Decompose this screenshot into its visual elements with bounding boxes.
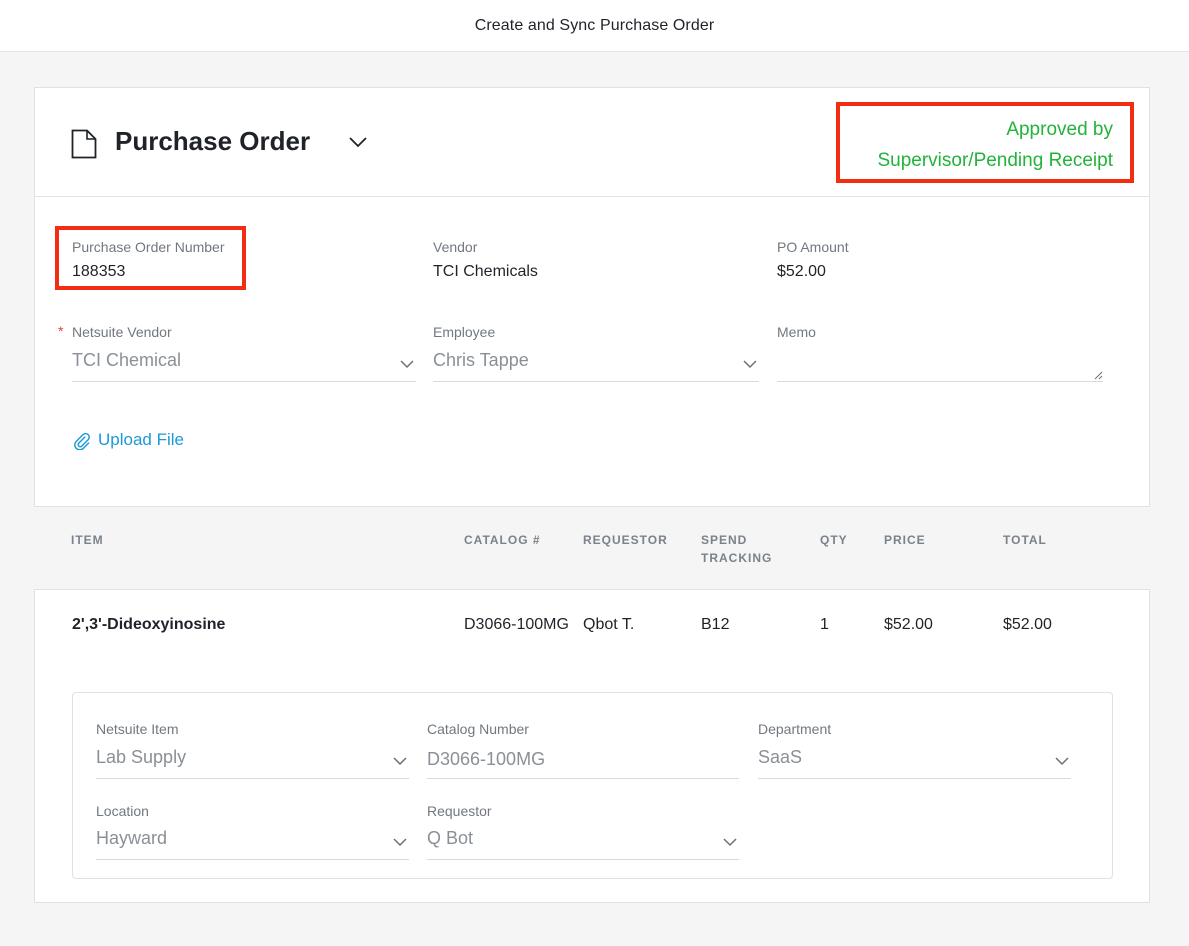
column-header-requestor: REQUESTOR	[583, 533, 668, 547]
netsuite-item-select[interactable]: Lab Supply	[96, 739, 409, 779]
table-row: 2',3'-Dideoxyinosine D3066-100MG Qbot T.…	[34, 589, 1150, 903]
row-catalog: D3066-100MG	[464, 616, 569, 633]
column-header-spend-line1: SPEND	[701, 533, 748, 547]
chevron-down-icon	[1055, 757, 1069, 766]
row-spend-tracking: B12	[701, 616, 730, 633]
column-header-spend-tracking: SPEND TRACKING	[701, 531, 772, 567]
location-value: Hayward	[96, 828, 168, 848]
department-label: Department	[758, 721, 832, 737]
requestor-label: Requestor	[427, 803, 492, 819]
employee-value: Chris Tappe	[433, 350, 529, 370]
row-total: $52.00	[1003, 616, 1052, 633]
chevron-down-icon	[743, 360, 757, 369]
po-amount-value: $52.00	[777, 263, 826, 280]
upload-file-label: Upload File	[98, 430, 184, 449]
column-header-item: ITEM	[71, 533, 104, 547]
line-item-details: Netsuite Item Lab Supply Catalog Number …	[72, 692, 1113, 879]
status-badge: Approved by Supervisor/Pending Receipt	[836, 102, 1134, 183]
po-number-value: 188353	[72, 263, 126, 280]
netsuite-item-label: Netsuite Item	[96, 721, 179, 737]
column-header-price: PRICE	[884, 533, 926, 547]
row-qty: 1	[820, 616, 829, 633]
resize-handle-icon[interactable]	[1094, 371, 1103, 380]
chevron-down-icon	[393, 757, 407, 766]
vendor-value: TCI Chemicals	[433, 263, 538, 280]
top-bar: Create and Sync Purchase Order	[0, 0, 1189, 52]
purchase-order-header: Purchase Order Approved by Supervisor/Pe…	[35, 88, 1149, 197]
required-marker: *	[58, 323, 64, 339]
column-header-total: TOTAL	[1003, 533, 1047, 547]
catalog-number-label: Catalog Number	[427, 721, 529, 737]
column-header-qty: QTY	[820, 533, 848, 547]
purchase-order-card: Purchase Order Approved by Supervisor/Pe…	[34, 87, 1150, 507]
upload-file-link[interactable]: Upload File	[72, 430, 184, 450]
netsuite-vendor-value: TCI Chemical	[72, 350, 182, 370]
chevron-down-icon[interactable]	[348, 136, 368, 148]
netsuite-item-value: Lab Supply	[96, 747, 187, 767]
location-select[interactable]: Hayward	[96, 820, 409, 860]
requestor-select[interactable]: Q Bot	[427, 820, 739, 860]
chevron-down-icon	[393, 838, 407, 847]
netsuite-vendor-select[interactable]: TCI Chemical	[72, 342, 416, 382]
document-icon	[71, 129, 97, 159]
page-title: Create and Sync Purchase Order	[474, 16, 715, 34]
catalog-number-value: D3066-100MG	[427, 749, 546, 769]
location-label: Location	[96, 803, 149, 819]
chevron-down-icon	[723, 838, 737, 847]
row-price: $52.00	[884, 616, 933, 633]
department-select[interactable]: SaaS	[758, 739, 1071, 779]
requestor-value: Q Bot	[427, 828, 474, 848]
netsuite-vendor-label: Netsuite Vendor	[72, 324, 172, 340]
column-header-catalog: CATALOG #	[464, 533, 541, 547]
purchase-order-title: Purchase Order	[115, 126, 311, 156]
row-item-name: 2',3'-Dideoxyinosine	[72, 616, 226, 633]
memo-label: Memo	[777, 324, 816, 340]
status-line-1: Approved by	[1006, 119, 1113, 140]
vendor-label: Vendor	[433, 239, 478, 255]
po-amount-label: PO Amount	[777, 239, 849, 255]
chevron-down-icon	[400, 360, 414, 369]
employee-select[interactable]: Chris Tappe	[433, 342, 759, 382]
row-requestor: Qbot T.	[583, 616, 635, 633]
paperclip-icon	[74, 432, 90, 450]
status-line-2: Supervisor/Pending Receipt	[877, 150, 1113, 171]
department-value: SaaS	[758, 747, 803, 767]
employee-label: Employee	[433, 324, 496, 340]
catalog-number-input[interactable]: D3066-100MG	[427, 739, 739, 779]
column-header-spend-line2: TRACKING	[701, 551, 773, 565]
memo-textarea[interactable]	[777, 352, 1103, 382]
po-number-label: Purchase Order Number	[72, 239, 225, 255]
